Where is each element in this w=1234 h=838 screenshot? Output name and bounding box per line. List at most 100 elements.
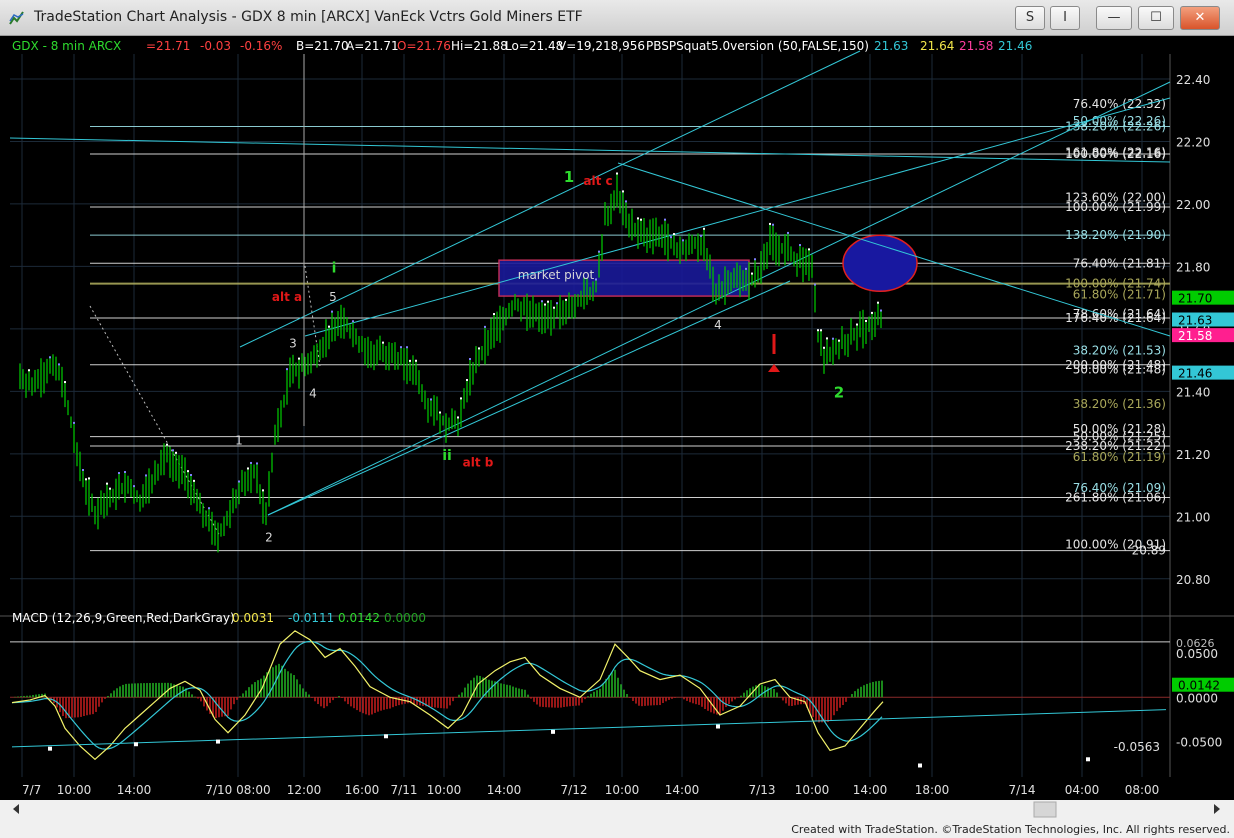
pivot-dot (820, 329, 822, 332)
y-tick-label: 22.00 (1176, 198, 1210, 212)
copyright-text: Created with TradeStation. ©TradeStation… (791, 823, 1230, 836)
pivot-dot (478, 347, 480, 350)
pivot-dot (814, 283, 816, 286)
wave-label: ii (442, 448, 452, 464)
pivot-dot (49, 356, 51, 359)
fib-level-label: 261.80% (21.06) (1065, 491, 1166, 505)
fib-level-label: 38.20% (21.53) (1073, 344, 1166, 358)
pivot-dot (145, 474, 147, 477)
minimize-button[interactable]: — (1096, 6, 1132, 30)
pivot-dot (625, 200, 627, 203)
wave-label: market pivot (518, 268, 595, 282)
wave-label: 1 (235, 433, 243, 447)
high-price: Hi=21.88 (451, 39, 508, 53)
pivot-dot (457, 416, 459, 419)
close-button[interactable]: ✕ (1180, 6, 1220, 30)
fib-level-label: 138.20% (22.26) (1065, 119, 1166, 133)
x-tick-label: 10:00 (57, 783, 92, 797)
pivot-dot (64, 381, 66, 384)
macd-value: 0.0000 (384, 611, 426, 625)
s-menu-button[interactable]: S (1015, 6, 1045, 30)
pivot-dot (187, 470, 189, 473)
pivot-dot (118, 472, 120, 475)
pivot-dot (832, 337, 834, 340)
x-tick-label: 10:00 (795, 783, 830, 797)
pivot-dot (703, 227, 705, 230)
target-ellipse (842, 234, 918, 293)
chart-area[interactable]: 76.40% (22.32)50.00% (22.26)138.20% (22.… (0, 36, 1234, 820)
x-tick-label: 14:00 (117, 783, 152, 797)
macd-pivot-dot (1086, 757, 1090, 762)
x-tick-label: 7/11 (391, 783, 418, 797)
fib-level-label: 38.20% (21.36) (1073, 397, 1166, 411)
pivot-dot (664, 218, 666, 221)
pivot-dot (466, 379, 468, 382)
pivot-dot (286, 368, 288, 371)
pivot-dot (166, 443, 168, 446)
x-tick-label: 10:00 (605, 783, 640, 797)
study-value: 21.58 (959, 39, 993, 53)
pivot-dot (877, 301, 879, 304)
y-tick-label: 21.80 (1176, 260, 1210, 274)
pivot-dot (838, 339, 840, 342)
fib-level-label: 50.00% (21.48) (1073, 362, 1166, 376)
x-tick-label: 16:00 (345, 783, 380, 797)
study-label: PBSPSquat5.0version (50,FALSE,150) (646, 39, 869, 53)
symbol-label: GDX - 8 min ARCX (12, 39, 121, 53)
macd-y-tick-label: -0.0500 (1176, 736, 1222, 750)
pivot-dot (85, 478, 87, 481)
scrollbar-thumb[interactable] (1033, 801, 1057, 818)
pivot-dot (856, 323, 858, 326)
fib-level-label: 176.40% (21.64) (1065, 311, 1166, 325)
x-tick-label: 7/10 08:00 (205, 783, 270, 797)
scrollbar[interactable] (0, 800, 1234, 820)
pivot-dot (469, 358, 471, 361)
pivot-dot (262, 489, 264, 492)
study-value: 21.46 (998, 39, 1032, 53)
y-tick-label: 21.00 (1176, 510, 1210, 524)
price-marker-label: 21.46 (1178, 367, 1212, 381)
x-tick-label: 18:00 (915, 783, 950, 797)
pivot-dot (769, 222, 771, 225)
price-marker-label: 21.63 (1178, 314, 1212, 328)
price-marker-label: 21.58 (1178, 329, 1212, 343)
pivot-dot (460, 397, 462, 400)
study-value: 21.63 (874, 39, 908, 53)
pivot-dot (493, 313, 495, 316)
x-tick-label: 7/12 (561, 783, 588, 797)
y-tick-label: 20.80 (1176, 573, 1210, 587)
wave-label: alt a (272, 290, 302, 304)
maximize-button[interactable]: ☐ (1138, 6, 1174, 30)
pivot-dot (238, 480, 240, 483)
pivot-dot (133, 485, 135, 488)
pivot-dot (193, 479, 195, 482)
y-tick-label: 21.20 (1176, 448, 1210, 462)
macd-value: -0.0111 (288, 611, 334, 625)
pivot-dot (106, 482, 108, 485)
pivot-dot (637, 217, 639, 220)
pivot-dot (865, 319, 867, 322)
pivot-dot (616, 172, 618, 175)
i-menu-button[interactable]: I (1050, 6, 1080, 30)
pivot-dot (751, 272, 753, 275)
pivot-dot (328, 325, 330, 328)
x-tick-label: 04:00 (1065, 783, 1100, 797)
x-tick-label: 14:00 (665, 783, 700, 797)
last-price: =21.71 (146, 39, 190, 53)
fib-level-label: 100.00% (21.99) (1065, 200, 1166, 214)
pivot-dot (250, 461, 252, 464)
macd-pivot-dot (551, 729, 555, 734)
macd-pivot-dot (134, 742, 138, 747)
wave-label: alt c (583, 174, 612, 188)
low-price: Lo=21.48 (505, 39, 563, 53)
wave-label: alt b (463, 455, 494, 469)
x-tick-label: 12:00 (287, 783, 322, 797)
pivot-dot (799, 244, 801, 247)
price-change-pct: -0.16% (240, 39, 282, 53)
x-tick-label: 7/14 (1009, 783, 1036, 797)
pivot-dot (109, 487, 111, 490)
pivot-dot (484, 325, 486, 328)
fib-level-label: 76.40% (21.81) (1073, 256, 1166, 270)
pivot-dot (73, 421, 75, 424)
fib-level-label: 61.80% (21.71) (1073, 288, 1166, 302)
